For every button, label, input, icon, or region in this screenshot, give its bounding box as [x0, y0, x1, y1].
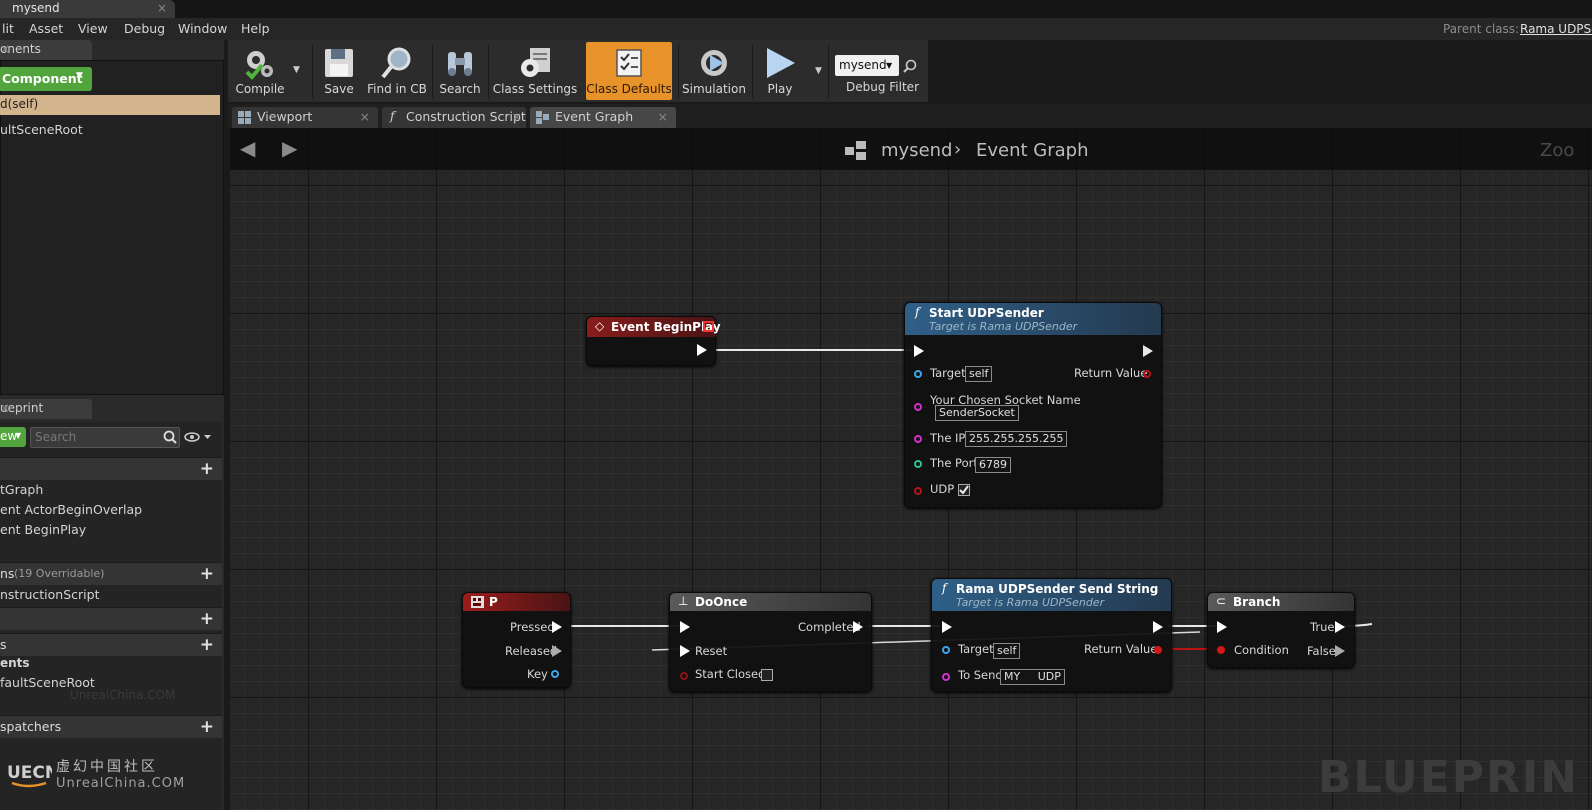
pin-label: Key	[527, 667, 548, 681]
bool-pin[interactable]	[1217, 646, 1225, 654]
node-doonce[interactable]: ⊥ DoOnce Completed Reset Start Closed	[669, 592, 872, 692]
udp-checkbox[interactable]	[958, 484, 970, 496]
node-event-beginplay[interactable]: ◇ Event BeginPlay	[586, 316, 721, 366]
pin-label: Completed	[798, 620, 861, 634]
exec-out-pin[interactable]	[552, 621, 562, 633]
pin-label: False	[1307, 644, 1336, 658]
struct-pin[interactable]	[551, 670, 559, 678]
target-field[interactable]: self	[993, 643, 1021, 659]
exec-out-pin[interactable]	[1335, 621, 1345, 633]
exec-out-pin[interactable]	[1335, 645, 1345, 657]
exec-in-pin[interactable]	[680, 621, 690, 633]
string-pin[interactable]	[914, 435, 922, 443]
pin-label: To Send	[958, 668, 1003, 682]
node-send-string[interactable]: f Rama UDPSender Send String Target is R…	[931, 578, 1172, 692]
delegate-pin[interactable]	[703, 321, 714, 332]
name-pin[interactable]	[914, 403, 922, 411]
pin-label: Pressed	[510, 620, 555, 634]
to-send-field[interactable]: MY UDP	[1000, 669, 1065, 685]
bool-pin[interactable]	[1143, 370, 1151, 378]
node-title: DoOnce	[695, 595, 748, 609]
pin-label: Target	[958, 642, 994, 656]
string-pin[interactable]	[942, 673, 950, 681]
object-pin[interactable]	[942, 646, 950, 654]
bool-pin[interactable]	[914, 487, 922, 495]
branch-icon: ⊂	[1216, 594, 1227, 608]
node-title: Start UDPSender	[929, 306, 1044, 320]
pin-label: True	[1310, 620, 1335, 634]
exec-in-pin[interactable]	[1217, 621, 1227, 633]
exec-out-pin[interactable]	[853, 621, 863, 633]
event-icon: ◇	[595, 319, 605, 333]
node-title: Rama UDPSender Send String	[956, 582, 1159, 596]
exec-out-pin[interactable]	[697, 344, 707, 356]
node-title: P	[489, 595, 498, 609]
node-title: Branch	[1233, 595, 1281, 609]
keyboard-icon	[471, 596, 484, 608]
node-start-udpsender[interactable]: f Start UDPSender Target is Rama UDPSend…	[904, 302, 1162, 508]
bool-pin[interactable]	[680, 672, 688, 680]
object-pin[interactable]	[914, 370, 922, 378]
exec-in-pin[interactable]	[942, 621, 952, 633]
exec-out-pin[interactable]	[1143, 345, 1153, 357]
bool-pin[interactable]	[1154, 646, 1162, 654]
pin-label: The IP	[930, 431, 966, 445]
exec-in-pin[interactable]	[680, 645, 690, 657]
start-closed-checkbox[interactable]	[761, 669, 773, 681]
node-subtitle: Target is Rama UDPSender	[929, 320, 1078, 333]
pin-label: Start Closed	[695, 667, 766, 681]
pin-label: Return Value	[1084, 642, 1158, 656]
pin-label: Reset	[695, 644, 728, 658]
pin-label: Target	[930, 366, 966, 380]
pin-label: Condition	[1234, 643, 1289, 657]
ip-field[interactable]: 255.255.255.255	[965, 431, 1068, 447]
node-subtitle: Target is Rama UDPSender	[956, 596, 1105, 609]
int-pin[interactable]	[914, 460, 922, 468]
node-branch[interactable]: ⊂ Branch True Condition False	[1207, 592, 1355, 668]
pin-label: UDP	[930, 482, 955, 496]
node-key-p[interactable]: P Pressed Released Key	[462, 592, 571, 688]
target-field[interactable]: self	[965, 366, 993, 382]
exec-out-pin[interactable]	[1153, 621, 1163, 633]
exec-in-pin[interactable]	[914, 345, 924, 357]
function-icon: f	[915, 305, 920, 319]
socket-name-field[interactable]: SenderSocket	[935, 405, 1019, 421]
function-icon: f	[942, 581, 947, 595]
check-icon	[959, 485, 969, 495]
macro-icon: ⊥	[678, 594, 689, 608]
port-field[interactable]: 6789	[975, 457, 1011, 473]
exec-out-pin[interactable]	[552, 645, 562, 657]
pin-label: The Port	[930, 456, 978, 470]
pin-label: Released	[505, 644, 558, 658]
node-header	[1208, 593, 1354, 611]
pin-label: Return Value	[1074, 366, 1148, 380]
